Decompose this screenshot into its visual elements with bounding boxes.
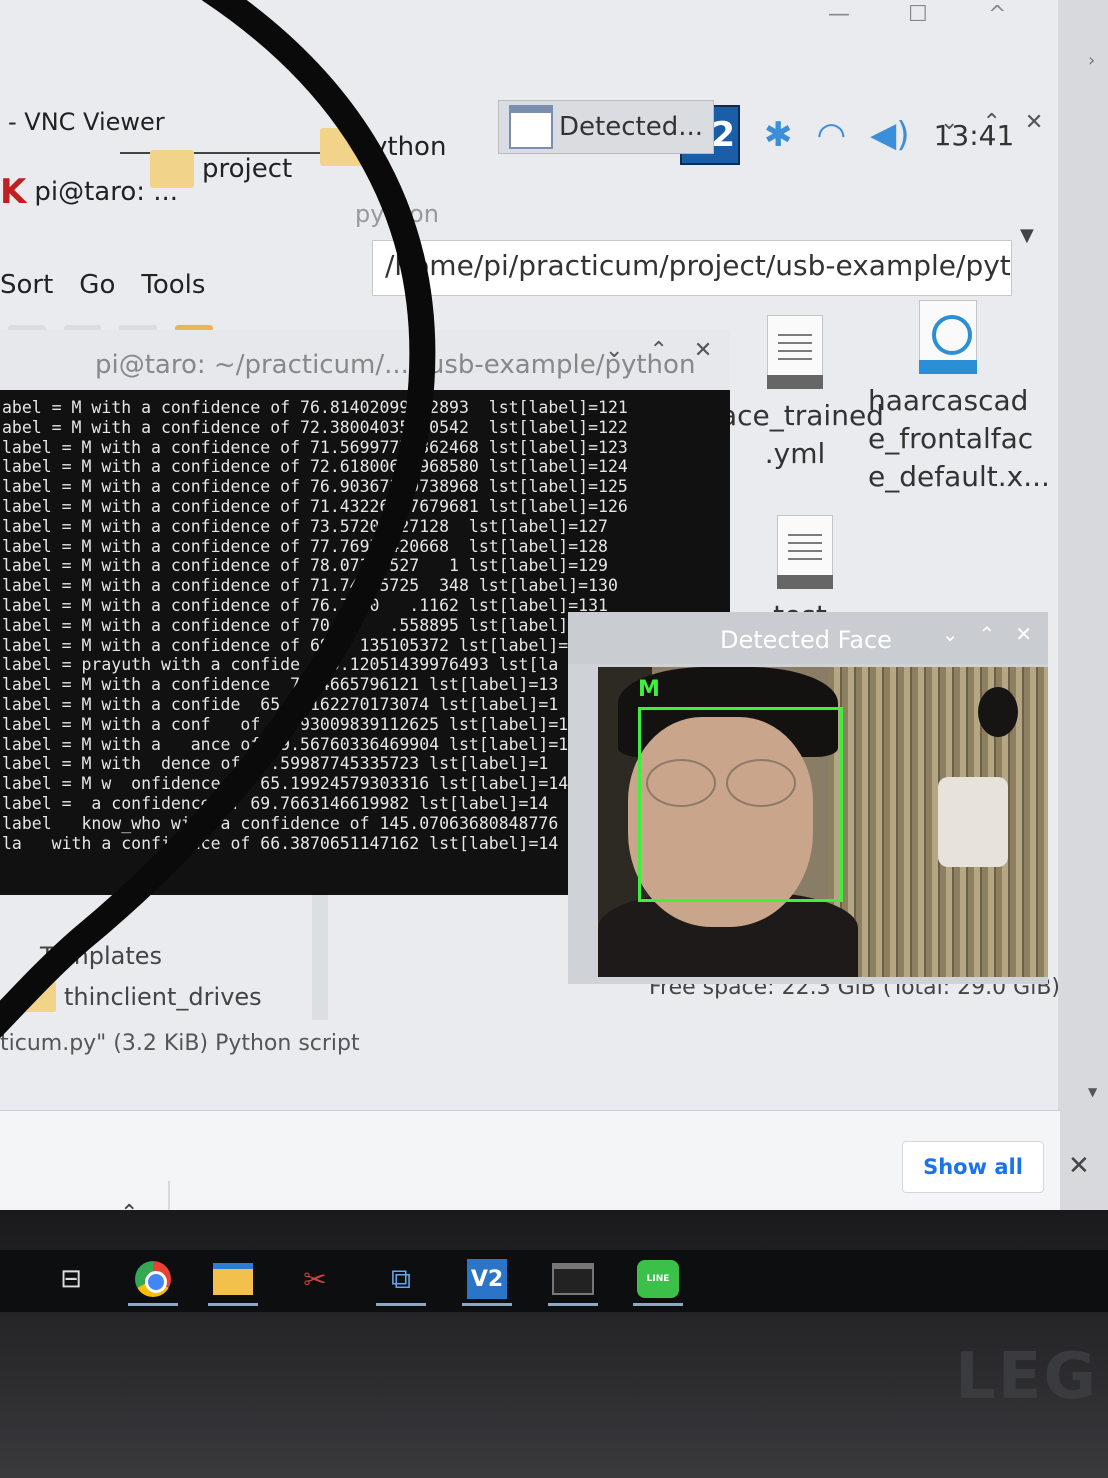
folder-icon [20,982,56,1012]
detected-face-titlebar[interactable]: Detected Face ⌄ ⌃ ✕ [568,612,1048,664]
file-manager-sidebar: Templates thinclient_drives [0,880,330,1020]
taskbar-vnc[interactable]: V2 [454,1254,520,1306]
sidebar-item-thinclient-drives[interactable]: thinclient_drives [20,982,262,1012]
taskbar-terminal[interactable] [540,1254,606,1306]
close-icon[interactable]: ✕ [1068,1151,1090,1181]
menu-tools[interactable]: Tools [141,270,205,300]
status-selected-file: ticum.py" (3.2 KiB) Python script [0,1031,360,1056]
scroll-down-icon[interactable]: ▼ [1088,1085,1097,1099]
browser-scrollbar[interactable]: › ▼ [1058,0,1108,1210]
maximize-icon[interactable]: ⌃ [649,338,667,363]
python-file-icon [777,515,833,589]
file-explorer-icon [213,1263,253,1295]
dropdown-icon[interactable]: ▼ [1020,225,1034,246]
remote-desktop-icon: ⧉ [391,1262,411,1295]
minimize-icon[interactable]: ⌄ [942,622,959,646]
menu-sort[interactable]: Sort [0,270,53,300]
terminal-line: label = M with a confidence of 72.618006… [2,457,628,477]
windows-taskbar: ⊟ ✂ ⧉ V2 LINE [0,1250,1108,1312]
terminal-line: label = M with a confidence of 78.073655… [2,556,608,576]
terminal-line: label = M with a confidence of 71.745157… [2,576,618,596]
windows-window-controls: — ☐ ^ [768,0,1048,40]
close-icon[interactable]: ✕ [694,338,712,363]
terminal-line: abel = M with a confidence of 72.3800403… [2,417,628,437]
hanging-hat [978,687,1018,737]
chrome-download-bar: txt ⌃ Show all ✕ [0,1110,1090,1251]
xml-file-icon [919,300,977,374]
camera-frame: M [598,667,1048,977]
task-label: ython [372,132,447,162]
window-icon [509,105,553,149]
file-manager-menu: Sort Go Tools [0,270,205,300]
text-file-icon [767,315,823,389]
taskbar-network[interactable]: ⧉ [368,1254,434,1306]
terminal-line: label = M with a confidence of 71.569977… [2,437,628,457]
sidebar-item-label: thinclient_drives [64,983,262,1011]
file-name: ace_trained .yml [720,399,884,470]
bluetooth-icon[interactable]: ✱ [764,115,793,155]
terminal-line: label = M with a confidence of 77.769774… [2,536,608,556]
terminal-line: label = M with a confidence of 76.903673… [2,477,628,497]
detected-face-title: Detected Face [720,626,892,654]
task-label: Detected... [559,112,703,142]
wifi-icon[interactable]: ◠ [817,115,847,155]
volume-icon[interactable]: ◀) [870,115,909,155]
taskbar-file-explorer[interactable] [200,1254,266,1306]
face-detection-label: M [638,677,660,702]
file-face-trained-yml[interactable]: ace_trained .yml [720,315,884,473]
task-view-icon: ⊟ [60,1264,82,1294]
terminal-titlebar[interactable]: pi@taro: ~/practicum/...t/usb-example/py… [0,330,730,390]
path-input[interactable]: /home/pi/practicum/project/usb-example/p… [372,240,1012,296]
show-all-button[interactable]: Show all [902,1141,1044,1193]
chrome-icon [135,1261,171,1297]
file-manager-window-controls: ⌄ ⌃ ✕ [940,110,1043,135]
snipping-tool-icon: ✂ [303,1262,327,1296]
menu-go[interactable]: Go [79,270,115,300]
file-name: haarcascad e_frontalfac e_default.x... [868,384,1050,493]
taskbar-chrome[interactable] [120,1254,186,1306]
taskbar-line[interactable]: LINE [625,1254,691,1306]
terminal-app-icon: K [0,172,27,212]
folder-icon [150,150,194,188]
face-detection-box [638,707,843,902]
maximize-icon[interactable]: ⌃ [978,622,995,646]
taskbar-snipping[interactable]: ✂ [282,1254,348,1304]
file-manager-status-bar: ticum.py" (3.2 KiB) Python script Free s… [0,975,1060,1075]
terminal-line: label = M with a confidence of 73.572052… [2,516,608,536]
detected-face-window[interactable]: Detected Face ⌄ ⌃ ✕ M [568,612,1048,984]
minimize-button[interactable]: — [828,2,850,27]
path-label: python [355,200,439,228]
restore-button[interactable]: ☐ [908,2,928,27]
terminal-line: label = M with a confidence of 71.432267… [2,496,628,516]
task-label: project [202,154,293,184]
taskbar-item-project[interactable]: project [150,150,292,188]
taskbar-task-view[interactable]: ⊟ [38,1254,104,1304]
taskbar-item-python[interactable]: ython [320,128,446,166]
laptop-screen: — ☐ ^ › ▼ V2 ✱ ◠ ◀) 13:41 - VNC Viewer K… [0,0,1108,1320]
vnc-viewer-title: - VNC Viewer [8,108,165,136]
line-app-icon: LINE [637,1260,679,1298]
laptop-brand-logo: LEG [954,1340,1098,1414]
vnc-viewer-icon: V2 [467,1259,507,1299]
terminal-icon [552,1263,594,1295]
folder-icon [320,128,364,166]
terminal-line: abel = M with a confidence of 76.8140209… [2,398,628,417]
taskbar-item-detected-face[interactable]: Detected... [498,100,714,154]
minimize-icon[interactable]: ⌄ [940,110,958,135]
maximize-icon[interactable]: ⌃ [982,110,1000,135]
close-icon[interactable]: ✕ [1025,110,1043,135]
hanging-bag [938,777,1008,867]
scroll-up-icon[interactable]: ^ [988,2,1006,27]
file-haarcascade-xml[interactable]: haarcascad e_frontalfac e_default.x... [868,300,1050,496]
close-icon[interactable]: ✕ [1015,622,1032,646]
minimize-icon[interactable]: ⌄ [605,338,623,363]
sidebar-item-templates[interactable]: Templates [40,942,162,970]
sidebar-scrollbar[interactable] [312,880,328,1020]
chevron-right-icon[interactable]: › [1088,50,1095,71]
sidebar-item-label: Templates [40,942,163,970]
